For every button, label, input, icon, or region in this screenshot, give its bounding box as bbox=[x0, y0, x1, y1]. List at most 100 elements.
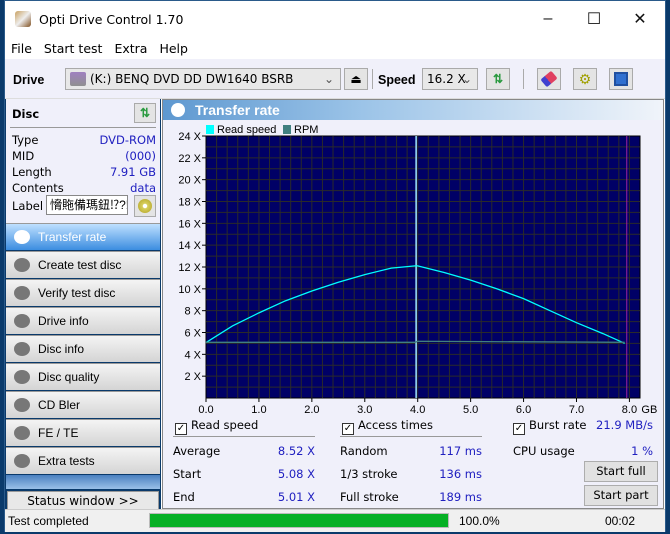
x-tick-label: 8.0 bbox=[622, 404, 637, 416]
y-tick-label: 16 X bbox=[178, 218, 201, 230]
save-button[interactable] bbox=[609, 68, 633, 90]
legend-label: RPM bbox=[294, 124, 318, 136]
y-tick-label: 6 X bbox=[184, 328, 201, 340]
nav-verify-test-disc[interactable]: Verify test disc bbox=[6, 279, 160, 306]
y-tick-label: 18 X bbox=[178, 197, 201, 209]
checkbox-checked-icon: ✓ bbox=[513, 423, 525, 435]
third-stroke-value: 136 ms bbox=[439, 467, 482, 481]
disc-mid-row: MID (000) bbox=[12, 149, 156, 163]
menu-extra[interactable]: Extra bbox=[108, 41, 153, 56]
x-tick-label: 4.0 bbox=[410, 404, 425, 416]
maximize-button[interactable]: ☐ bbox=[571, 1, 617, 37]
minimize-button[interactable]: – bbox=[525, 1, 571, 37]
disc-label-button[interactable] bbox=[134, 195, 156, 217]
nav-disc-info[interactable]: Disc info bbox=[6, 335, 160, 362]
nav-disc-quality[interactable]: Disc quality bbox=[6, 363, 160, 390]
average-value: 8.52 X bbox=[277, 444, 315, 458]
x-tick-label: 1.0 bbox=[251, 404, 266, 416]
drive-icon bbox=[70, 72, 86, 86]
verify-disc-icon bbox=[14, 286, 30, 300]
burst-rate-checkbox[interactable]: ✓ Burst rate bbox=[513, 418, 586, 435]
create-disc-icon bbox=[14, 258, 30, 272]
drive-select[interactable]: (K:) BENQ DVD DD DW1640 BSRB ⌄ bbox=[65, 68, 341, 90]
y-tick-label: 4 X bbox=[184, 349, 201, 361]
x-tick-label: 5.0 bbox=[463, 404, 478, 416]
x-tick-label: 7.0 bbox=[569, 404, 584, 416]
disc-type-row: Type DVD-ROM bbox=[12, 133, 156, 147]
progress-text: 100.0% bbox=[459, 514, 500, 528]
y-tick-label: 14 X bbox=[178, 240, 201, 252]
disc-info-icon bbox=[14, 342, 30, 356]
refresh-speed-button[interactable]: ⇅ bbox=[486, 68, 510, 90]
x-axis-unit: GB bbox=[641, 404, 657, 416]
disc-length-row: Length 7.91 GB bbox=[12, 165, 156, 179]
status-bar: Test completed 100.0% 00:02 bbox=[5, 509, 665, 532]
transfer-rate-icon bbox=[14, 230, 30, 244]
nav-extra-tests[interactable]: Extra tests bbox=[6, 447, 160, 474]
nav-drive-info[interactable]: Drive info bbox=[6, 307, 160, 334]
nav-transfer-rate[interactable]: Transfer rate bbox=[6, 223, 160, 250]
speed-select[interactable]: 16.2 X ⌄ bbox=[422, 68, 478, 90]
disc-icon bbox=[138, 199, 152, 213]
toolbar: Drive (K:) BENQ DVD DD DW1640 BSRB ⌄ ⏏ S… bbox=[5, 59, 665, 99]
y-tick-label: 10 X bbox=[178, 284, 201, 296]
close-button[interactable]: ✕ bbox=[617, 1, 663, 37]
cd-bler-icon bbox=[14, 398, 30, 412]
transfer-rate-chart: 2 X 4 X 6 X 8 X 10 X 12 X 14 X 16 X 18 X 20 X 22 X… bbox=[178, 124, 657, 416]
refresh-icon: ⇅ bbox=[492, 72, 504, 86]
start-part-button[interactable]: Start part bbox=[584, 485, 658, 506]
disc-contents-row: Contents data bbox=[12, 181, 156, 195]
nav-cd-bler[interactable]: CD Bler bbox=[6, 391, 160, 418]
status-text: Test completed bbox=[8, 514, 89, 528]
transfer-rate-icon bbox=[171, 103, 185, 117]
drive-label: Drive bbox=[13, 73, 45, 87]
access-times-checkbox[interactable]: ✓ Access times bbox=[342, 418, 487, 435]
disc-label-field[interactable]: 愶䝯備瑪鈕⁉?! bbox=[46, 195, 128, 215]
y-tick-label: 24 X bbox=[178, 131, 201, 143]
end-value: 5.01 X bbox=[277, 490, 315, 504]
nav-create-test-disc[interactable]: Create test disc bbox=[6, 251, 160, 278]
disc-quality-icon bbox=[14, 370, 30, 384]
window-title: Opti Drive Control 1.70 bbox=[39, 11, 184, 27]
x-tick-label: 3.0 bbox=[357, 404, 372, 416]
random-value: 117 ms bbox=[439, 444, 482, 458]
status-window-button[interactable]: Status window >> bbox=[7, 491, 159, 511]
x-tick-label: 6.0 bbox=[516, 404, 531, 416]
speed-value: 16.2 X bbox=[427, 72, 466, 86]
progress-fill bbox=[150, 514, 448, 527]
start-full-button[interactable]: Start full bbox=[584, 461, 658, 482]
checkbox-checked-icon: ✓ bbox=[342, 423, 354, 435]
cpu-usage-value: 1 % bbox=[631, 444, 653, 458]
start-value: 5.08 X bbox=[277, 467, 315, 481]
eject-button[interactable]: ⏏ bbox=[344, 68, 368, 90]
nav-fe-te[interactable]: FE / TE bbox=[6, 419, 160, 446]
menu-file[interactable]: File bbox=[5, 41, 38, 56]
x-tick-label: 2.0 bbox=[304, 404, 319, 416]
extra-tests-icon bbox=[14, 454, 30, 468]
y-tick-label: 8 X bbox=[184, 306, 201, 318]
disc-info-panel: Disc ⇅ Type DVD-ROM MID (000) Length 7.91 G… bbox=[6, 99, 160, 223]
settings-button[interactable]: ⚙ bbox=[573, 68, 597, 90]
menu-help[interactable]: Help bbox=[153, 41, 194, 56]
y-tick-label: 2 X bbox=[184, 371, 201, 383]
legend-swatch bbox=[283, 125, 291, 134]
y-tick-label: 22 X bbox=[178, 153, 201, 165]
chevron-down-icon: ⌄ bbox=[461, 72, 472, 86]
disc-mid-value: (000) bbox=[125, 149, 156, 163]
refresh-disc-button[interactable]: ⇅ bbox=[134, 103, 156, 123]
disc-length-value: 7.91 GB bbox=[109, 165, 156, 179]
progress-bar bbox=[149, 513, 449, 528]
erase-button[interactable] bbox=[537, 68, 561, 90]
eject-icon: ⏏ bbox=[350, 72, 362, 86]
refresh-icon: ⇅ bbox=[139, 106, 151, 120]
menu-start-test[interactable]: Start test bbox=[38, 41, 109, 56]
transfer-rate-panel: Transfer rate 2 X 4 X 6 X 8 X 10 X 12 X 14 X 16… bbox=[162, 99, 664, 509]
menu-bar: File Start test Extra Help bbox=[5, 37, 665, 59]
legend-swatch bbox=[206, 125, 214, 134]
save-icon bbox=[614, 72, 628, 86]
nav-spacer bbox=[6, 475, 160, 489]
read-speed-checkbox[interactable]: ✓ Read speed bbox=[175, 418, 320, 435]
gear-icon: ⚙ bbox=[578, 70, 592, 87]
disc-contents-value: data bbox=[130, 181, 156, 195]
checkbox-checked-icon: ✓ bbox=[175, 423, 187, 435]
